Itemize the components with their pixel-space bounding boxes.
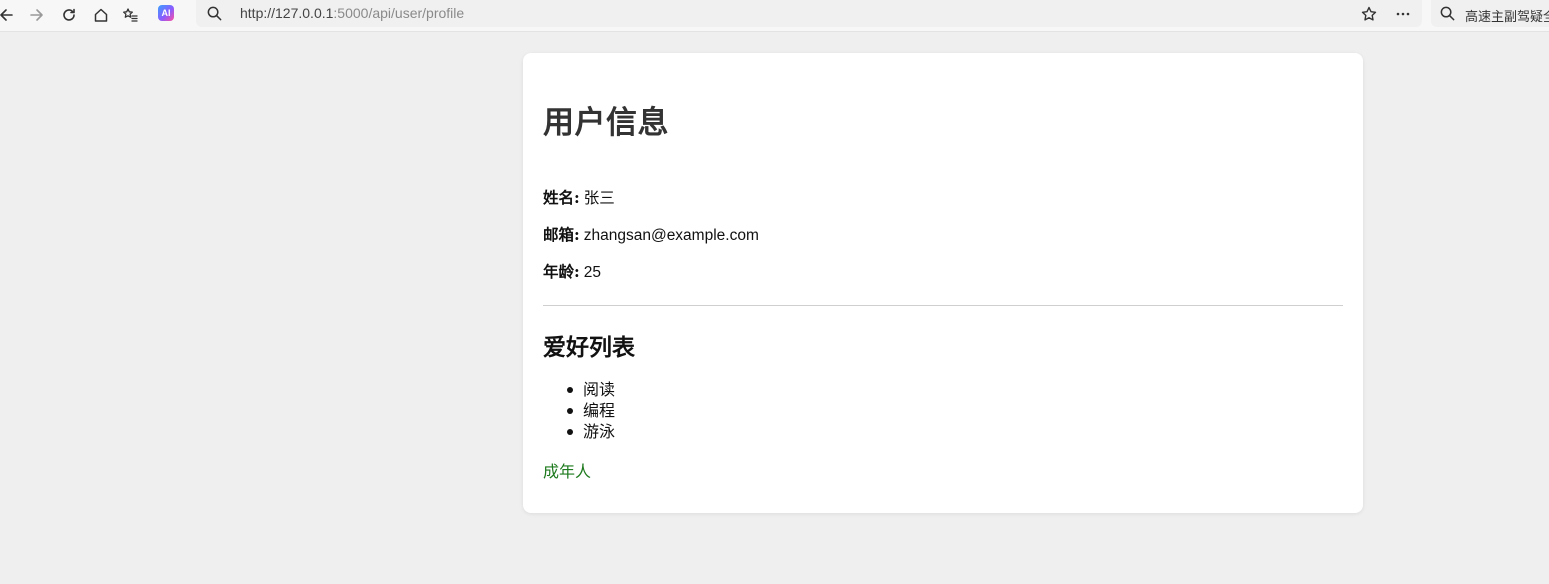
forward-arrow-icon[interactable] [25, 3, 49, 27]
back-arrow-icon[interactable] [0, 3, 18, 27]
name-label: 姓名: [543, 188, 580, 207]
email-value: zhangsan@example.com [583, 227, 759, 244]
url-path: :5000/api/user/profile [333, 5, 465, 21]
reload-icon[interactable] [57, 3, 81, 27]
list-item: 阅读 [563, 379, 615, 400]
url-host: http://127.0.0.1 [240, 5, 334, 21]
more-icon[interactable] [1391, 2, 1415, 26]
email-label: 邮箱: [543, 225, 580, 244]
name-row: 姓名: 张三 [543, 186, 615, 208]
bullet-icon [567, 429, 573, 435]
age-value: 25 [583, 264, 601, 281]
status-text: 成年人 [543, 462, 592, 481]
profile-card: 用户信息 姓名: 张三 邮箱: zhangsan@example.com 年龄: 25… [523, 53, 1363, 513]
divider [543, 305, 1343, 306]
home-icon[interactable] [89, 3, 113, 27]
bullet-icon [567, 408, 573, 414]
email-row: 邮箱: zhangsan@example.com [543, 223, 759, 245]
browser-search-box[interactable]: 高速主副驾疑全 [1431, 0, 1549, 27]
bullet-icon [567, 387, 573, 393]
address-bar[interactable]: http://127.0.0.1:5000/api/user/profile [196, 0, 1422, 27]
search-icon [207, 6, 222, 21]
age-label: 年龄: [543, 262, 580, 281]
search-box-text: 高速主副驾疑全 [1465, 10, 1549, 25]
favorites-icon[interactable] [118, 3, 142, 27]
hobby-list: 阅读 编程 游泳 [563, 379, 615, 442]
search-icon [1440, 6, 1455, 21]
list-item: 编程 [563, 400, 615, 421]
url-text[interactable]: http://127.0.0.1:5000/api/user/profile [240, 5, 464, 21]
hobby-label: 游泳 [583, 422, 616, 441]
browser-toolbar: AI http://127.0.0.1:5000/api/user/profil… [0, 0, 1549, 32]
star-icon[interactable] [1357, 2, 1381, 26]
hobbies-title: 爱好列表 [543, 335, 635, 361]
page-title: 用户信息 [543, 105, 669, 141]
name-value: 张三 [583, 190, 615, 207]
hobby-label: 阅读 [583, 380, 616, 399]
ai-assistant-icon[interactable]: AI [158, 5, 174, 21]
hobby-label: 编程 [583, 401, 616, 420]
list-item: 游泳 [563, 421, 615, 442]
age-row: 年龄: 25 [543, 260, 601, 282]
